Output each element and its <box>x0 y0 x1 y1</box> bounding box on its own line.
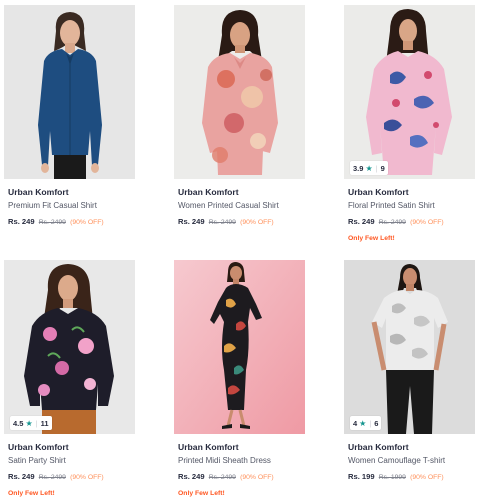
rating-divider: | <box>375 163 378 173</box>
rating-divider: | <box>35 418 38 428</box>
rating-count: 6 <box>374 418 379 428</box>
product-info: Urban Komfort Satin Party Shirt Rs. 249 … <box>4 434 135 498</box>
product-mrp: Rs. 2499 <box>208 474 236 481</box>
product-info: Urban Komfort Women Camouflage T-shirt R… <box>344 434 475 483</box>
product-info: Urban Komfort Women Printed Casual Shirt… <box>174 179 305 228</box>
product-card[interactable]: 3.9 ★ | 9 Urban Komfort Floral Printed S… <box>344 5 475 243</box>
product-name: Satin Party Shirt <box>8 456 66 465</box>
rating-badge: 4 ★ | 6 <box>350 416 382 430</box>
star-icon: ★ <box>365 163 373 173</box>
star-icon: ★ <box>359 418 367 428</box>
product-brand: Urban Komfort <box>8 442 69 452</box>
product-name: Women Camouflage T-shirt <box>348 456 446 465</box>
product-price: Rs. 249 <box>8 217 35 226</box>
model-pink-printed-shirt-image <box>174 5 305 179</box>
product-name: Printed Midi Sheath Dress <box>178 456 271 465</box>
rating-value: 4.5 <box>13 418 24 428</box>
product-name: Premium Fit Casual Shirt <box>8 201 97 210</box>
product-mrp: Rs. 1999 <box>378 474 406 481</box>
product-discount: (90% OFF) <box>410 219 444 226</box>
product-price-row: Rs. 249 Rs. 2499 (90% OFF) <box>8 472 135 483</box>
product-card[interactable]: 4.5 ★ | 11 Urban Komfort Satin Party Shi… <box>4 260 135 498</box>
rating-count: 9 <box>380 163 385 173</box>
model-floral-satin-shirt-image <box>344 5 475 179</box>
product-image[interactable] <box>174 260 305 434</box>
product-price-row: Rs. 249 Rs. 2499 (90% OFF) <box>178 472 305 483</box>
rating-badge: 4.5 ★ | 11 <box>10 416 52 430</box>
rating-badge: 3.9 ★ | 9 <box>350 161 388 175</box>
product-image[interactable] <box>174 5 305 179</box>
product-info: Urban Komfort Floral Printed Satin Shirt… <box>344 179 475 243</box>
rating-divider: | <box>369 418 372 428</box>
product-discount: (90% OFF) <box>70 474 104 481</box>
product-brand: Urban Komfort <box>178 442 239 452</box>
product-price-row: Rs. 249 Rs. 2499 (90% OFF) <box>348 217 475 228</box>
product-price-row: Rs. 249 Rs. 2499 (90% OFF) <box>8 217 135 228</box>
model-camouflage-tshirt-image <box>344 260 475 434</box>
product-grid: Urban Komfort Premium Fit Casual Shirt R… <box>0 0 481 500</box>
product-brand: Urban Komfort <box>8 187 69 197</box>
product-discount: (90% OFF) <box>70 219 104 226</box>
few-left-label: Only Few Left! <box>178 490 225 497</box>
product-price-row: Rs. 199 Rs. 1999 (90% OFF) <box>348 472 475 483</box>
product-name: Women Printed Casual Shirt <box>178 201 279 210</box>
product-image[interactable]: 4.5 ★ | 11 <box>4 260 135 434</box>
model-midi-sheath-dress-image <box>174 260 305 434</box>
product-price: Rs. 199 <box>348 472 375 481</box>
product-image[interactable]: 3.9 ★ | 9 <box>344 5 475 179</box>
rating-value: 3.9 <box>353 163 364 173</box>
product-card[interactable]: Urban Komfort Printed Midi Sheath Dress … <box>174 260 305 498</box>
few-left-label: Only Few Left! <box>8 490 55 497</box>
product-brand: Urban Komfort <box>348 442 409 452</box>
model-navy-shirt-image <box>4 5 135 179</box>
product-discount: (90% OFF) <box>240 474 274 481</box>
product-mrp: Rs. 2499 <box>208 219 236 226</box>
product-card[interactable]: Urban Komfort Premium Fit Casual Shirt R… <box>4 5 135 228</box>
product-brand: Urban Komfort <box>348 187 409 197</box>
product-info: Urban Komfort Printed Midi Sheath Dress … <box>174 434 305 498</box>
product-discount: (90% OFF) <box>240 219 274 226</box>
star-icon: ★ <box>25 418 33 428</box>
product-card[interactable]: 4 ★ | 6 Urban Komfort Women Camouflage T… <box>344 260 475 483</box>
product-price: Rs. 249 <box>178 217 205 226</box>
product-price: Rs. 249 <box>178 472 205 481</box>
product-brand: Urban Komfort <box>178 187 239 197</box>
product-price: Rs. 249 <box>8 472 35 481</box>
product-name: Floral Printed Satin Shirt <box>348 201 435 210</box>
product-image[interactable] <box>4 5 135 179</box>
product-image[interactable]: 4 ★ | 6 <box>344 260 475 434</box>
rating-value: 4 <box>353 418 358 428</box>
product-mrp: Rs. 2499 <box>38 219 66 226</box>
rating-count: 11 <box>40 418 49 428</box>
product-price-row: Rs. 249 Rs. 2499 (90% OFF) <box>178 217 305 228</box>
product-discount: (90% OFF) <box>410 474 444 481</box>
product-card[interactable]: Urban Komfort Women Printed Casual Shirt… <box>174 5 305 228</box>
model-satin-party-shirt-image <box>4 260 135 434</box>
product-price: Rs. 249 <box>348 217 375 226</box>
product-mrp: Rs. 2499 <box>38 474 66 481</box>
few-left-label: Only Few Left! <box>348 235 395 242</box>
product-info: Urban Komfort Premium Fit Casual Shirt R… <box>4 179 135 228</box>
product-mrp: Rs. 2499 <box>378 219 406 226</box>
